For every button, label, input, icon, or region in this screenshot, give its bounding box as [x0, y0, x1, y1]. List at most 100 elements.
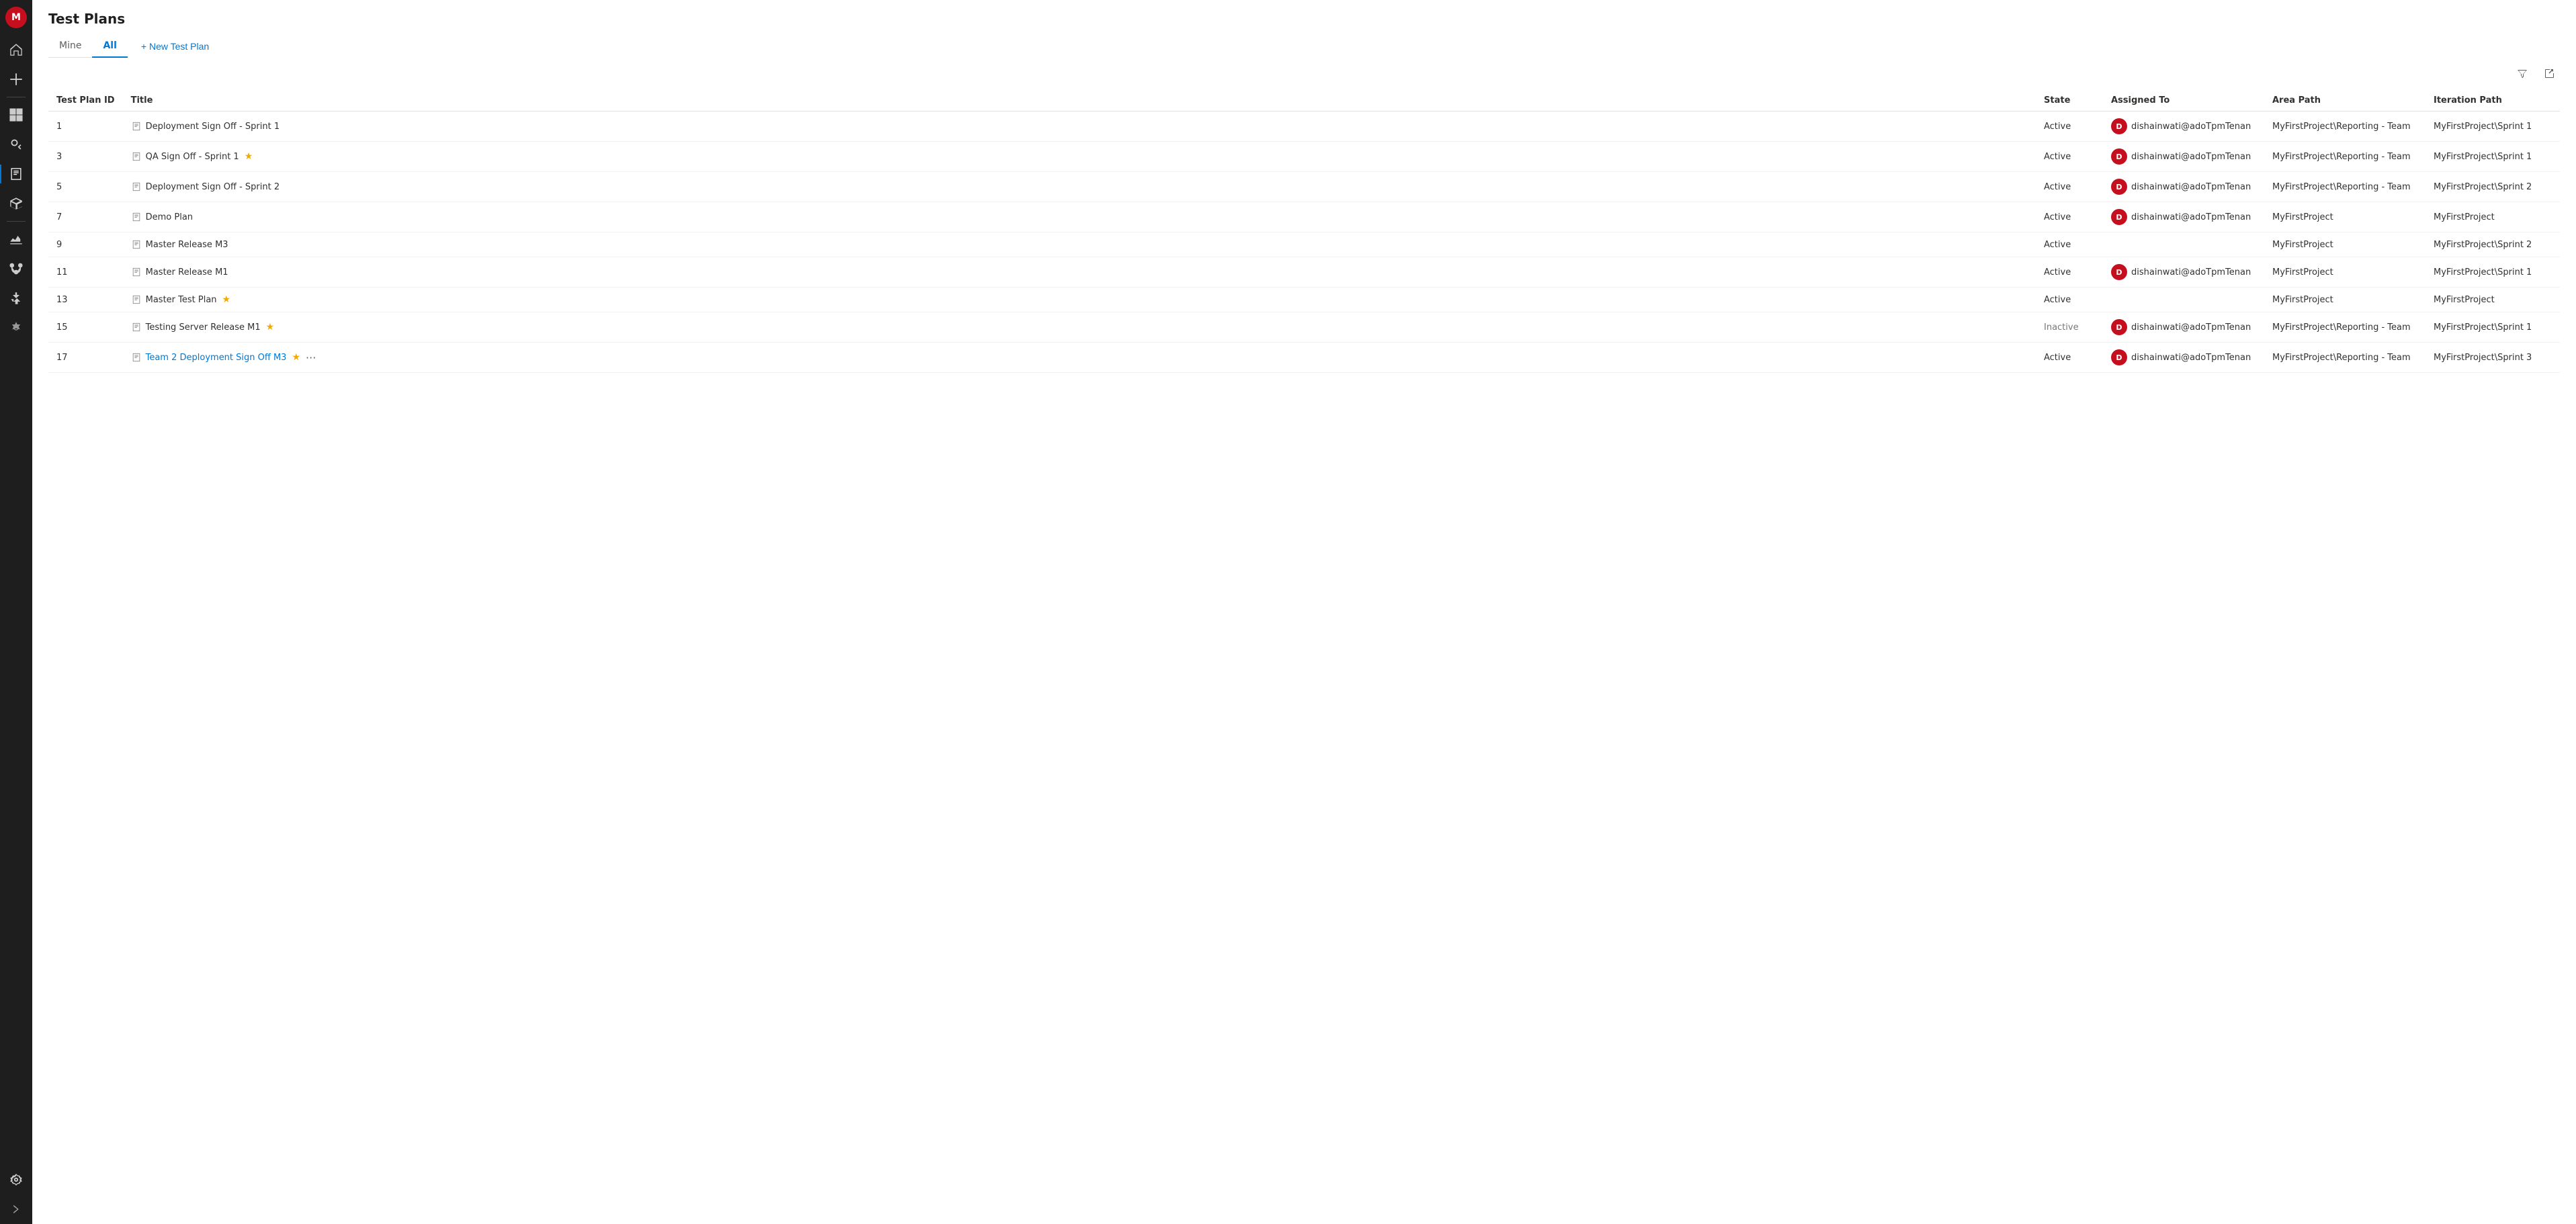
pipelines-icon[interactable] [0, 254, 32, 283]
home-icon[interactable] [0, 35, 32, 64]
boards-icon[interactable] [0, 100, 32, 130]
cell-title-text: Deployment Sign Off - Sprint 2 [146, 182, 280, 192]
row-actions: ··· [306, 351, 316, 364]
repos-icon[interactable] [0, 130, 32, 159]
cell-area-path: MyFirstProject\Reporting - Team [2264, 112, 2425, 142]
avatar: D [2111, 148, 2127, 165]
cell-title: Deployment Sign Off - Sprint 1 [123, 112, 2036, 142]
cell-assigned: Ddishainwati@adoTpmTenan [2103, 312, 2264, 343]
avatar: D [2111, 179, 2127, 195]
table-row: 3QA Sign Off - Sprint 1★ActiveDdishainwa… [48, 142, 2560, 172]
cell-id: 5 [48, 172, 123, 202]
cell-title-text: Master Release M1 [146, 267, 228, 277]
plan-icon [131, 181, 142, 192]
star-icon[interactable]: ★ [292, 352, 300, 363]
cell-title-text[interactable]: Team 2 Deployment Sign Off M3 [146, 353, 287, 363]
new-test-plan-button[interactable]: + New Test Plan [133, 37, 217, 56]
cell-title: Demo Plan [123, 202, 2036, 232]
cell-area-path: MyFirstProject [2264, 257, 2425, 288]
cell-state: Active [2036, 142, 2103, 172]
assigned-name: dishainwati@adoTpmTenan [2131, 122, 2251, 132]
tab-mine[interactable]: Mine [48, 35, 92, 58]
testplans-icon[interactable] [0, 159, 32, 189]
filter-button[interactable] [2511, 63, 2533, 85]
nav-separator-2 [7, 221, 26, 222]
analytics-icon[interactable] [0, 224, 32, 254]
cell-assigned: Ddishainwati@adoTpmTenan [2103, 343, 2264, 373]
nav-bottom [0, 1165, 32, 1224]
plan-icon [131, 121, 142, 132]
cell-state: Active [2036, 202, 2103, 232]
settings-icon[interactable] [0, 1165, 32, 1194]
plan-icon [131, 267, 142, 277]
cell-title: Team 2 Deployment Sign Off M3 ★ ··· [123, 343, 2036, 373]
page-header: Test Plans Mine All + New Test Plan [32, 0, 2576, 58]
cell-assigned: Ddishainwati@adoTpmTenan [2103, 257, 2264, 288]
star-icon[interactable]: ★ [222, 294, 231, 305]
cell-assigned: Ddishainwati@adoTpmTenan [2103, 202, 2264, 232]
cell-iteration-path: MyFirstProject\Sprint 3 [2425, 343, 2560, 373]
tab-bar: Mine All [48, 35, 128, 58]
star-icon[interactable]: ★ [245, 151, 253, 162]
expand-nav-icon[interactable] [0, 1194, 32, 1224]
toolbar-right [2511, 63, 2560, 85]
page-title: Test Plans [48, 11, 2560, 27]
tab-all[interactable]: All [92, 35, 127, 58]
plan-icon [131, 151, 142, 162]
avatar: D [2111, 118, 2127, 134]
cell-area-path: MyFirstProject\Reporting - Team [2264, 172, 2425, 202]
cell-assigned [2103, 288, 2264, 312]
artifacts-icon[interactable] [0, 189, 32, 218]
cell-iteration-path: MyFirstProject [2425, 288, 2560, 312]
cell-assigned [2103, 232, 2264, 257]
cell-id: 1 [48, 112, 123, 142]
open-in-new-button[interactable] [2538, 63, 2560, 85]
cell-area-path: MyFirstProject\Reporting - Team [2264, 343, 2425, 373]
more-actions-button[interactable]: ··· [306, 351, 316, 364]
table-body: 1Deployment Sign Off - Sprint 1ActiveDdi… [48, 112, 2560, 373]
table-header-row: Test Plan ID Title State Assigned To Are… [48, 90, 2560, 112]
col-header-title: Title [123, 90, 2036, 112]
star-icon[interactable]: ★ [266, 322, 275, 333]
toolbar-row [32, 58, 2576, 90]
cell-iteration-path: MyFirstProject\Sprint 2 [2425, 232, 2560, 257]
user-avatar[interactable]: M [5, 7, 27, 28]
col-header-iteration: Iteration Path [2425, 90, 2560, 112]
table-row: 5Deployment Sign Off - Sprint 2ActiveDdi… [48, 172, 2560, 202]
plan-icon [131, 294, 142, 305]
col-header-state: State [2036, 90, 2103, 112]
cell-title: Master Release M3 [123, 232, 2036, 257]
manage-icon[interactable] [0, 313, 32, 343]
avatar: D [2111, 319, 2127, 335]
cell-assigned: Ddishainwati@adoTpmTenan [2103, 172, 2264, 202]
cell-id: 7 [48, 202, 123, 232]
cell-state: Active [2036, 172, 2103, 202]
cell-state: Inactive [2036, 312, 2103, 343]
cell-iteration-path: MyFirstProject\Sprint 2 [2425, 172, 2560, 202]
cell-state: Active [2036, 112, 2103, 142]
cell-title-text: Deployment Sign Off - Sprint 1 [146, 122, 280, 132]
cell-area-path: MyFirstProject [2264, 288, 2425, 312]
plan-icon [131, 239, 142, 250]
cell-id: 13 [48, 288, 123, 312]
cell-title-text: QA Sign Off - Sprint 1 [146, 152, 239, 162]
cell-id: 15 [48, 312, 123, 343]
plan-icon [131, 212, 142, 222]
cell-area-path: MyFirstProject [2264, 232, 2425, 257]
cell-title: Testing Server Release M1★ [123, 312, 2036, 343]
cell-id: 9 [48, 232, 123, 257]
add-icon[interactable] [0, 64, 32, 94]
cell-iteration-path: MyFirstProject\Sprint 1 [2425, 142, 2560, 172]
plan-icon [131, 352, 142, 363]
assigned-name: dishainwati@adoTpmTenan [2131, 182, 2251, 192]
col-header-area: Area Path [2264, 90, 2425, 112]
cell-title: Master Test Plan★ [123, 288, 2036, 312]
assigned-name: dishainwati@adoTpmTenan [2131, 322, 2251, 333]
cell-iteration-path: MyFirstProject [2425, 202, 2560, 232]
cell-area-path: MyFirstProject\Reporting - Team [2264, 142, 2425, 172]
cell-state: Active [2036, 257, 2103, 288]
table-row: 9Master Release M3Active MyFirstProjectMy… [48, 232, 2560, 257]
cell-state: Active [2036, 232, 2103, 257]
extensions-icon[interactable] [0, 283, 32, 313]
assigned-name: dishainwati@adoTpmTenan [2131, 152, 2251, 162]
